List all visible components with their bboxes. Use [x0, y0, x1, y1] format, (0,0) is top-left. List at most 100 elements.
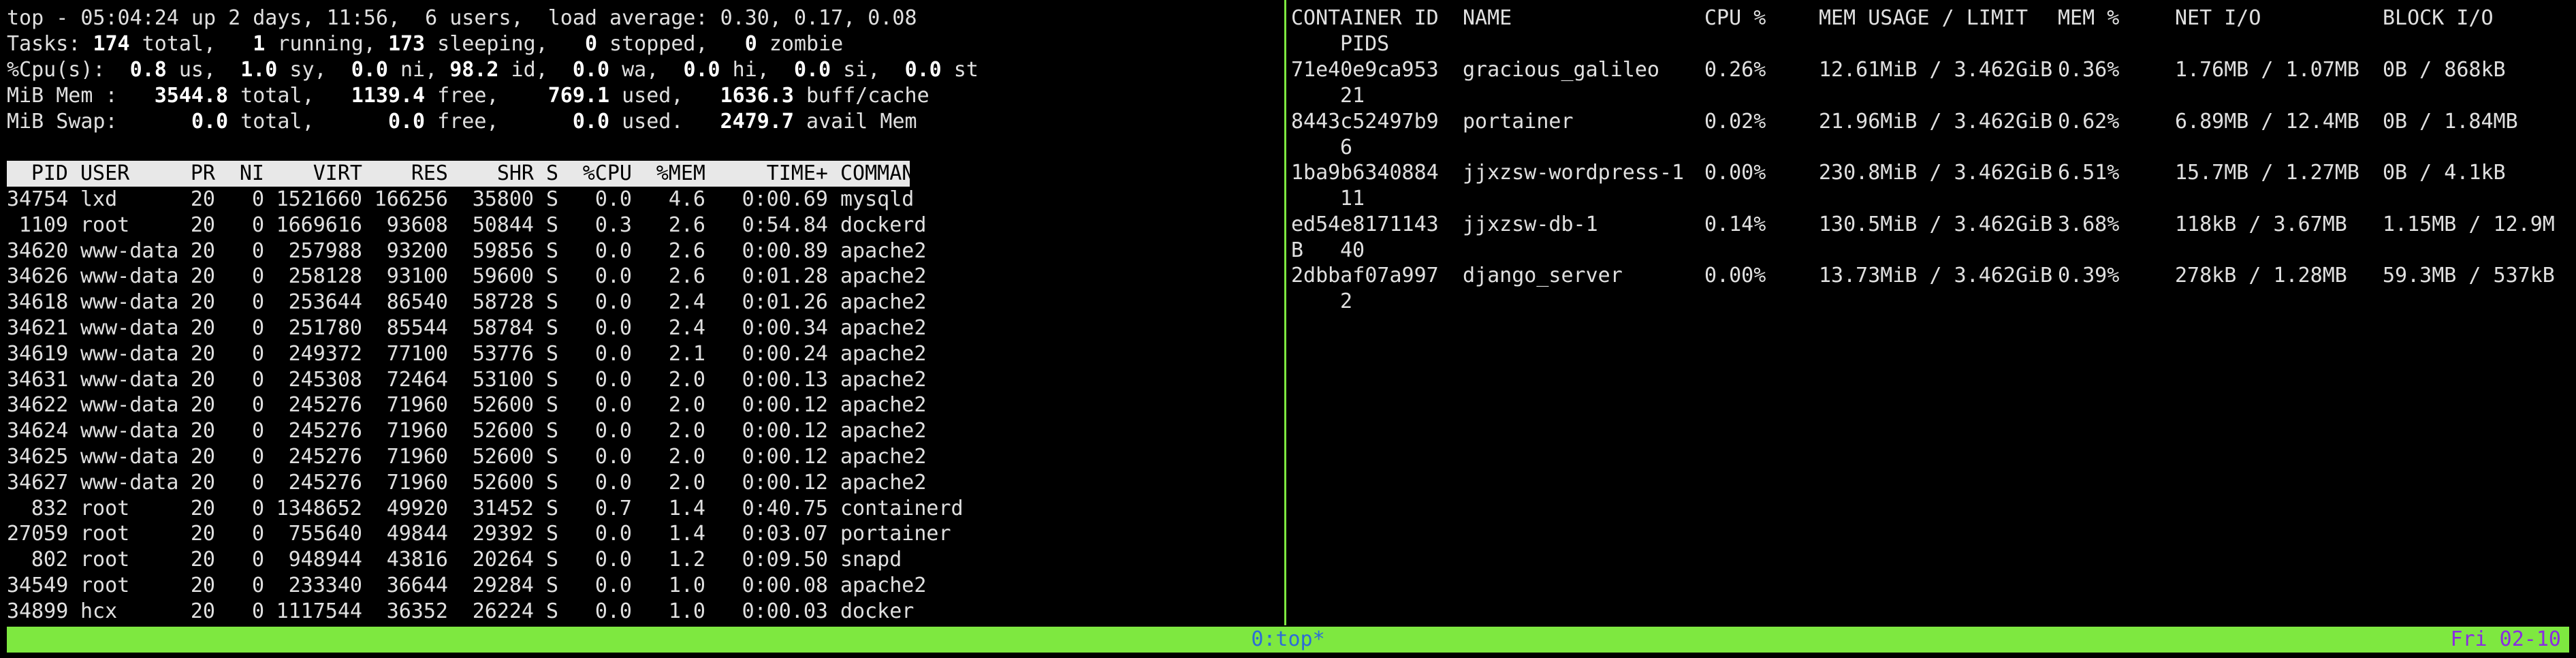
cell-shr: 29284 [472, 574, 534, 597]
cell-ni: 0 [251, 264, 264, 289]
cell-command: dockerd [840, 213, 927, 237]
cell-cpu: 0.0 [594, 574, 632, 597]
cell-mem: 1.0 [668, 574, 705, 597]
cell-virt: 1669616 [276, 213, 362, 237]
docker-stats-pane[interactable]: CONTAINER ID NAME CPU % MEM USAGE / LIMIT ME… [1288, 0, 2576, 625]
cell-ni: 0 [251, 316, 264, 340]
docker-container-row: 71e40e9ca953 gracious_galileo 0.26% 12.61Mi… [1291, 57, 2571, 109]
cell-shr: 31452 [472, 496, 534, 520]
cell-user: root [80, 548, 130, 572]
cell-pr: 20 [190, 213, 215, 237]
cell-state: S [545, 470, 558, 495]
cell-time: 0:03.07 [742, 522, 828, 546]
cell-state: S [545, 599, 558, 623]
docker-container-row: ed54e8171143 jjxzsw-db-1 0.14% 130.5MiB / 3… [1291, 212, 2571, 264]
cell-mem: 2.0 [668, 445, 705, 469]
cell-pr: 20 [190, 393, 215, 418]
cell-state: S [545, 522, 558, 546]
docker-cell-mem-pct: 0.39% [2058, 264, 2120, 288]
docker-cell-block: 1.15MB / 12.9M [2383, 212, 2555, 236]
cell-pr: 20 [190, 238, 215, 263]
cell-user: root [80, 213, 130, 237]
cell-cpu: 0.0 [594, 238, 632, 263]
cell-pid: 34618 [7, 290, 69, 315]
docker-cell-mem-pct: 0.36% [2058, 58, 2120, 82]
cell-pr: 20 [190, 470, 215, 495]
process-table: 34754 lxd 20 0 1521660 166256 35800 S 0.0 4.6 0:00… [7, 187, 1028, 625]
cell-mem: 1.4 [668, 522, 705, 546]
cell-shr: 52600 [472, 470, 534, 495]
cell-ni: 0 [251, 341, 264, 366]
col-header-state: S [545, 161, 558, 185]
pane-divider[interactable] [1284, 0, 1286, 625]
docker-cell-name: django_server [1463, 264, 1623, 288]
cell-state: S [545, 238, 558, 263]
cell-state: S [545, 316, 558, 340]
cell-pid: 27059 [7, 522, 69, 546]
cell-pr: 20 [190, 290, 215, 315]
process-row: 34621 www-data 20 0 251780 85544 58784 S 0.0 2.4 0… [7, 315, 1028, 341]
cell-ni: 0 [251, 213, 264, 237]
docker-cell-id: ed54e8171143 [1291, 212, 1439, 236]
cell-res: 77100 [386, 341, 448, 366]
cell-user: root [80, 522, 130, 546]
process-table-header: PID USER PR NI VIRT RES SHR S %CPU %MEM TIME+ COMMA… [7, 161, 926, 187]
cell-time: 0:00.89 [742, 238, 828, 263]
top-pane[interactable]: top - 05:04:24 up 2 days, 11:56, 6 users… [0, 0, 1284, 625]
docker-col-mem: MEM % [2058, 6, 2120, 30]
docker-stats-header: CONTAINER ID NAME CPU % MEM USAGE / LIMIT ME… [1291, 5, 2571, 57]
docker-stats-table: 71e40e9ca953 gracious_galileo 0.26% 12.61Mi… [1291, 57, 2571, 330]
cell-pid: 34754 [7, 187, 69, 211]
top-cpu-line: %Cpu(s): 0.8 us, 1.0 sy, 0.0 ni, 98.2 id… [7, 58, 979, 82]
docker-cell-cpu: 0.26% [1704, 58, 1766, 82]
cell-cpu: 0.0 [594, 341, 632, 366]
cell-state: S [545, 367, 558, 392]
docker-cell-name: jjxzsw-wordpress-1 [1463, 161, 1685, 185]
cell-virt: 245276 [288, 470, 362, 495]
cell-user: www-data [80, 264, 179, 289]
cell-pr: 20 [190, 316, 215, 340]
cell-command: containerd [840, 496, 964, 520]
cell-virt: 1117544 [276, 599, 362, 623]
cell-cpu: 0.7 [594, 496, 632, 520]
cell-mem: 2.0 [668, 419, 705, 443]
cell-command: apache2 [840, 341, 927, 366]
cell-time: 0:09.50 [742, 548, 828, 572]
cell-user: www-data [80, 238, 179, 263]
cell-res: 71960 [386, 445, 448, 469]
tmux-status-bar: 0:top* Fri 02-10 [7, 627, 2569, 653]
cell-virt: 258128 [288, 264, 362, 289]
docker-cell-id: 71e40e9ca953 [1291, 58, 1439, 82]
cell-user: www-data [80, 367, 179, 392]
cell-pr: 20 [190, 574, 215, 597]
cell-virt: 249372 [288, 341, 362, 366]
cell-pid: 34549 [7, 574, 69, 597]
tmux-window-tab[interactable]: 0:top* [7, 627, 2569, 653]
docker-col-name: NAME [1463, 6, 1512, 30]
cell-command: mysqld [840, 187, 915, 211]
cell-virt: 948944 [288, 548, 362, 572]
cell-ni: 0 [251, 574, 264, 597]
cell-command: portainer [840, 522, 951, 546]
docker-container-row: 1ba9b6340884 jjxzsw-wordpress-1 0.00% 230.8… [1291, 160, 2571, 212]
cell-state: S [545, 187, 558, 211]
col-header-shr: SHR [496, 161, 534, 185]
cell-res: 43816 [386, 548, 448, 572]
process-row: 34549 root 20 0 233340 36644 29284 S 0.0 1.0 0:00.… [7, 573, 1028, 599]
cell-shr: 26224 [472, 599, 534, 623]
docker-cell-id: 2dbbaf07a997 [1291, 264, 1439, 288]
process-row: 34626 www-data 20 0 258128 93100 59600 S 0.0 2.6 0… [7, 264, 1028, 289]
cell-pr: 20 [190, 496, 215, 520]
cell-command: apache2 [840, 470, 927, 495]
cell-cpu: 0.0 [594, 548, 632, 572]
cell-pr: 20 [190, 264, 215, 289]
cell-pr: 20 [190, 419, 215, 443]
process-row: 1109 root 20 0 1669616 93608 50844 S 0.3 2.6 0:54.… [7, 213, 1028, 238]
cell-shr: 35800 [472, 187, 534, 211]
cell-res: 71960 [386, 470, 448, 495]
cell-ni: 0 [251, 419, 264, 443]
cell-command: apache2 [840, 367, 927, 392]
cell-pid: 1109 [18, 213, 68, 237]
cell-mem: 2.4 [668, 290, 705, 315]
cell-res: 36352 [386, 599, 448, 623]
